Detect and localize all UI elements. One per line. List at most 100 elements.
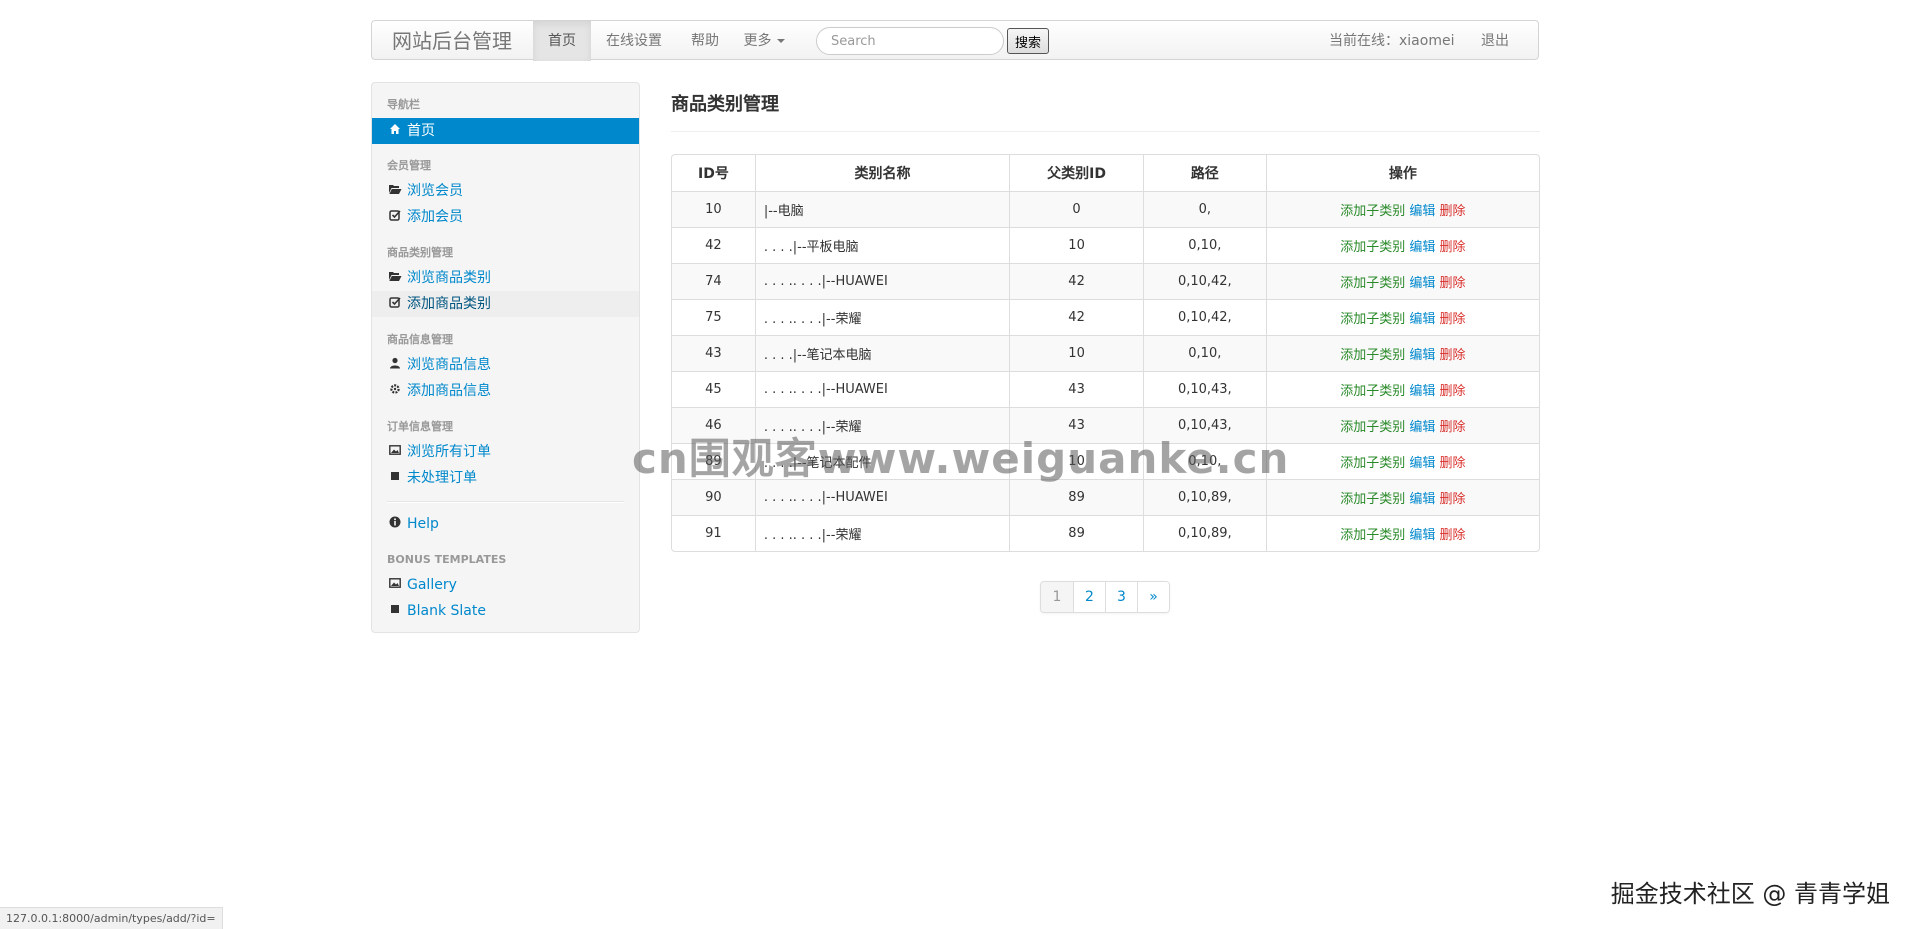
- cell-actions: 添加子类别 编辑 删除: [1265, 263, 1539, 299]
- delete-link[interactable]: 删除: [1440, 312, 1466, 327]
- table-header-row: ID号 类别名称 父类别ID 路径 操作: [672, 155, 1539, 191]
- search-input[interactable]: [816, 27, 1004, 55]
- nav-online-settings[interactable]: 在线设置: [591, 21, 677, 61]
- title-divider: [671, 131, 1540, 132]
- cell-parent-id: 10: [1009, 335, 1143, 371]
- sidebar-header-products: 商品信息管理: [387, 333, 453, 346]
- sidebar-item-browse-members[interactable]: 浏览会员: [372, 178, 639, 204]
- sidebar-item-all-orders[interactable]: 浏览所有订单: [372, 439, 639, 465]
- pagination: 1 2 3 »: [1040, 581, 1170, 613]
- sidebar-item-browse-products[interactable]: 浏览商品信息: [372, 352, 639, 378]
- cell-id: 10: [672, 191, 755, 227]
- cell-name: . . . .. . . .|--HUAWEI: [754, 263, 1010, 299]
- cell-parent-id: 42: [1009, 263, 1143, 299]
- search-button[interactable]: 搜索: [1007, 28, 1049, 54]
- sidebar-item-label: 未处理订单: [407, 470, 477, 486]
- edit-link[interactable]: 编辑: [1409, 492, 1435, 507]
- sidebar-item-help[interactable]: Help: [372, 511, 639, 537]
- status-bar-url: 127.0.0.1:8000/admin/types/add/?id=: [0, 907, 223, 929]
- cell-path: 0,10,42,: [1142, 263, 1266, 299]
- delete-link[interactable]: 删除: [1440, 528, 1466, 543]
- nav-more-dropdown[interactable]: 更多: [733, 21, 795, 61]
- delete-link[interactable]: 删除: [1440, 204, 1466, 219]
- nav-help[interactable]: 帮助: [677, 21, 733, 61]
- cell-id: 89: [672, 443, 755, 479]
- cell-id: 43: [672, 335, 755, 371]
- cell-path: 0,: [1142, 191, 1266, 227]
- next-page-button[interactable]: »: [1137, 582, 1169, 612]
- cell-parent-id: 43: [1009, 407, 1143, 443]
- cell-name: . . . .. . . .|--HUAWEI: [754, 371, 1010, 407]
- add-child-category-link[interactable]: 添加子类别: [1340, 492, 1405, 507]
- delete-link[interactable]: 删除: [1440, 348, 1466, 363]
- sidebar-item-add-product[interactable]: 添加商品信息: [372, 378, 639, 404]
- delete-link[interactable]: 删除: [1440, 420, 1466, 435]
- cell-parent-id: 0: [1009, 191, 1143, 227]
- picture-icon: [387, 572, 403, 598]
- picture-icon: [387, 439, 403, 465]
- cell-path: 0,10,: [1142, 335, 1266, 371]
- delete-link[interactable]: 删除: [1440, 492, 1466, 507]
- edit-link[interactable]: 编辑: [1409, 528, 1435, 543]
- sidebar-item-blank-slate[interactable]: Blank Slate: [372, 598, 639, 624]
- cell-path: 0,10,42,: [1142, 299, 1266, 335]
- table-row: 43. . . .|--笔记本电脑 10 0,10, 添加子类别 编辑 删除: [672, 335, 1539, 371]
- sidebar-header-nav: 导航栏: [387, 98, 420, 111]
- add-child-category-link[interactable]: 添加子类别: [1340, 420, 1405, 435]
- logout-link[interactable]: 退出: [1470, 21, 1520, 61]
- edit-link[interactable]: 编辑: [1409, 384, 1435, 399]
- nav-more-label: 更多: [743, 33, 772, 49]
- add-child-category-link[interactable]: 添加子类别: [1340, 456, 1405, 471]
- delete-link[interactable]: 删除: [1440, 240, 1466, 255]
- cell-name: . . . .. . . .|--荣耀: [754, 299, 1010, 335]
- sidebar-header-members: 会员管理: [387, 159, 431, 172]
- add-child-category-link[interactable]: 添加子类别: [1340, 312, 1405, 327]
- sidebar-item-add-member[interactable]: 添加会员: [372, 204, 639, 230]
- delete-link[interactable]: 删除: [1440, 384, 1466, 399]
- top-navbar: 网站后台管理 首页 在线设置 帮助 更多 搜索 当前在线：xiaomei 退出: [371, 20, 1539, 61]
- sidebar-item-browse-categories[interactable]: 浏览商品类别: [372, 265, 639, 291]
- delete-link[interactable]: 删除: [1440, 276, 1466, 291]
- edit-link[interactable]: 编辑: [1409, 456, 1435, 471]
- check-square-icon: [387, 291, 403, 317]
- add-child-category-link[interactable]: 添加子类别: [1340, 276, 1405, 291]
- page-1-button[interactable]: 1: [1041, 582, 1073, 612]
- page-2-button[interactable]: 2: [1073, 582, 1105, 612]
- table-row: 45. . . .. . . .|--HUAWEI 43 0,10,43, 添加子类别…: [672, 371, 1539, 407]
- sidebar-item-home[interactable]: 首页: [372, 118, 639, 144]
- sidebar-item-pending-orders[interactable]: 未处理订单: [372, 465, 639, 491]
- folder-open-icon: [387, 178, 403, 204]
- column-header-parent-id: 父类别ID: [1009, 155, 1143, 191]
- add-child-category-link[interactable]: 添加子类别: [1340, 528, 1405, 543]
- edit-link[interactable]: 编辑: [1409, 240, 1435, 255]
- sidebar-item-gallery[interactable]: Gallery: [372, 572, 639, 598]
- table-row: 90. . . .. . . .|--HUAWEI 89 0,10,89, 添加子类别…: [672, 479, 1539, 515]
- edit-link[interactable]: 编辑: [1409, 348, 1435, 363]
- home-icon: [387, 118, 403, 144]
- add-child-category-link[interactable]: 添加子类别: [1340, 348, 1405, 363]
- credit-watermark: 掘金技术社区 @ 青青学姐: [1610, 880, 1890, 908]
- cell-name: . . . .. . . .|--荣耀: [754, 407, 1010, 443]
- edit-link[interactable]: 编辑: [1409, 420, 1435, 435]
- add-child-category-link[interactable]: 添加子类别: [1340, 204, 1405, 219]
- add-child-category-link[interactable]: 添加子类别: [1340, 384, 1405, 399]
- sidebar-item-add-category[interactable]: 添加商品类别: [372, 291, 639, 317]
- online-user-text: 当前在线：xiaomei: [1329, 33, 1455, 49]
- sidebar-item-label: 首页: [407, 123, 435, 139]
- column-header-path: 路径: [1142, 155, 1266, 191]
- edit-link[interactable]: 编辑: [1409, 312, 1435, 327]
- page-3-button[interactable]: 3: [1105, 582, 1137, 612]
- cell-id: 90: [672, 479, 755, 515]
- add-child-category-link[interactable]: 添加子类别: [1340, 240, 1405, 255]
- brand-title[interactable]: 网站后台管理: [392, 21, 512, 61]
- edit-link[interactable]: 编辑: [1409, 204, 1435, 219]
- info-icon: [387, 511, 403, 537]
- delete-link[interactable]: 删除: [1440, 456, 1466, 471]
- sidebar-item-label: 添加会员: [407, 209, 463, 225]
- cell-actions: 添加子类别 编辑 删除: [1265, 299, 1539, 335]
- table-row: 91. . . .. . . .|--荣耀 89 0,10,89, 添加子类别 编辑 …: [672, 515, 1539, 551]
- nav-home[interactable]: 首页: [533, 21, 591, 61]
- cell-id: 46: [672, 407, 755, 443]
- cell-id: 74: [672, 263, 755, 299]
- edit-link[interactable]: 编辑: [1409, 276, 1435, 291]
